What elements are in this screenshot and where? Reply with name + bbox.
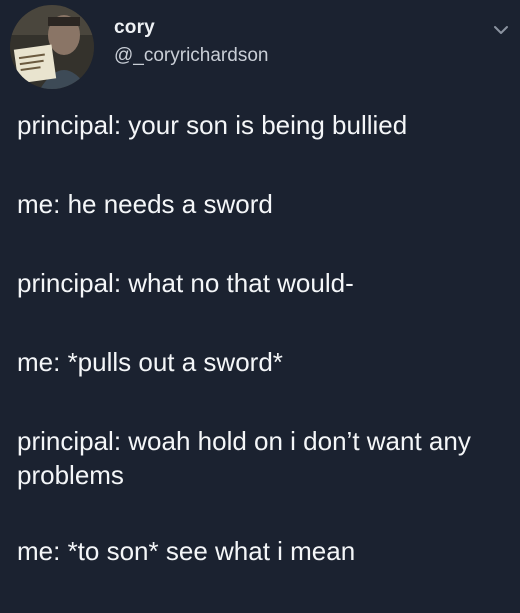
tweet-line: principal: what no that would- bbox=[17, 268, 354, 298]
chevron-down-icon[interactable] bbox=[492, 23, 510, 37]
tweet-header: cory @_coryrichardson bbox=[10, 5, 510, 89]
tweet-body: principal: your son is being bullied me:… bbox=[17, 108, 507, 613]
tweet-line: principal: your son is being bullied bbox=[17, 110, 408, 140]
display-name[interactable]: cory bbox=[114, 17, 268, 39]
tweet-line: me: *pulls out a sword* bbox=[17, 347, 283, 377]
avatar-image bbox=[10, 5, 94, 89]
user-handle[interactable]: @_coryrichardson bbox=[114, 45, 268, 67]
tweet-line: me: *to son* see what i mean bbox=[17, 536, 356, 566]
tweet-card: cory @_coryrichardson principal: your so… bbox=[0, 0, 520, 600]
author-names: cory @_coryrichardson bbox=[114, 17, 268, 67]
tweet-line: me: he needs a sword bbox=[17, 189, 273, 219]
avatar[interactable] bbox=[10, 5, 94, 89]
tweet-line: principal: woah hold on i don’t want any… bbox=[17, 426, 471, 490]
